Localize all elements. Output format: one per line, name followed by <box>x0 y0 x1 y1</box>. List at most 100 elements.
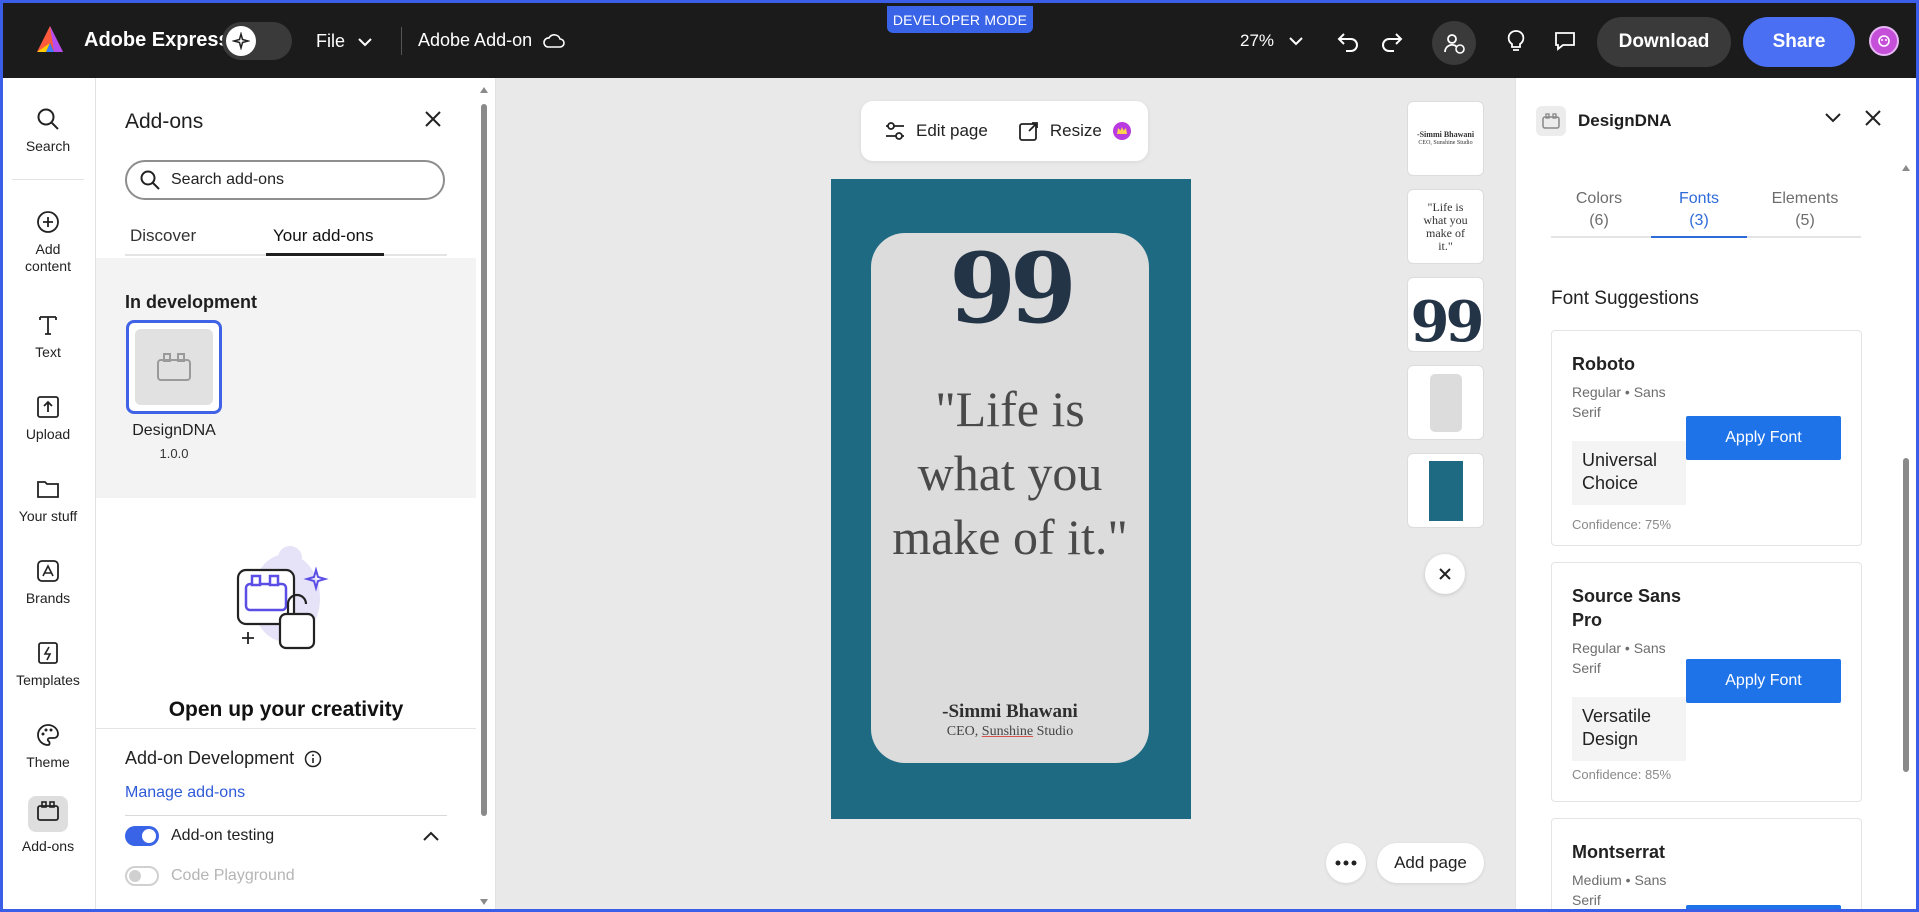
divider <box>96 728 476 729</box>
tab-your-add-ons[interactable]: Your add-ons <box>273 226 374 246</box>
rail-label: Your stuff <box>18 508 78 524</box>
toggle-label: Add-on testing <box>171 827 275 844</box>
scrollbar-thumb[interactable] <box>481 104 487 816</box>
more-options-button[interactable] <box>1326 843 1366 883</box>
quote-card[interactable]: 99 "Life is what you make of it." -Simmi… <box>871 233 1149 763</box>
document-name[interactable]: Adobe Add-on <box>418 30 566 51</box>
developer-mode-badge: DEVELOPER MODE <box>887 6 1033 33</box>
collaborate-button[interactable] <box>1432 21 1476 65</box>
close-icon[interactable] <box>1863 108 1883 128</box>
thumb-author-role: CEO, Sunshine Studio <box>1418 139 1473 146</box>
file-menu[interactable]: File <box>316 31 373 52</box>
quote-author[interactable]: -Simmi Bhawani <box>871 701 1149 723</box>
panel-scrollbar[interactable] <box>478 86 490 906</box>
panel-scrollbar[interactable] <box>1899 164 1913 906</box>
search-icon <box>140 170 160 190</box>
premium-crown-icon <box>1112 122 1131 140</box>
close-icon <box>1439 568 1451 580</box>
redo-button[interactable] <box>1376 25 1408 57</box>
download-button[interactable]: Download <box>1597 17 1731 67</box>
adobe-express-logo-icon[interactable] <box>34 24 66 56</box>
add-ons-tabs: Discover Your add-ons <box>125 226 447 256</box>
tab-discover[interactable]: Discover <box>130 226 196 246</box>
info-icon[interactable] <box>304 750 322 768</box>
add-page-button[interactable]: Add page <box>1377 843 1484 883</box>
tab-colors[interactable]: Colors (6) <box>1551 188 1647 232</box>
scroll-up-arrow-icon[interactable] <box>479 86 489 94</box>
layer-thumbnail-quote[interactable]: "Life is what you make of it." <box>1407 189 1484 264</box>
rail-item-add-ons[interactable]: Add-ons <box>0 796 96 855</box>
apply-font-button[interactable]: Apply Font <box>1686 659 1841 703</box>
share-button[interactable]: Share <box>1743 17 1855 67</box>
active-tab-indicator <box>1651 236 1747 238</box>
apply-font-button[interactable]: Apply Font <box>1686 416 1841 460</box>
rail-label: Templates <box>16 672 80 688</box>
add-on-testing-row[interactable]: Add-on testing <box>125 826 274 846</box>
rail-item-brands[interactable]: Brands <box>0 558 96 607</box>
tab-count: (3) <box>1689 212 1709 229</box>
addon-icon <box>1536 106 1566 136</box>
scroll-up-arrow-icon[interactable] <box>1901 164 1911 172</box>
rail-item-add-content[interactable]: Add content <box>0 209 96 275</box>
rail-item-text[interactable]: Text <box>0 312 96 361</box>
zoom-control[interactable]: 27% <box>1240 31 1304 51</box>
edit-page-label: Edit page <box>916 121 988 140</box>
thumb-quote-mark: 99 <box>1410 288 1483 352</box>
magic-toggle[interactable] <box>222 22 292 60</box>
rail-item-your-stuff[interactable]: Your stuff <box>0 476 96 525</box>
thumb-card-shape <box>1429 373 1462 432</box>
file-label: File <box>316 31 346 51</box>
edit-page-button[interactable]: Edit page <box>884 121 988 141</box>
undo-icon <box>1337 33 1358 52</box>
more-icon <box>1335 860 1357 866</box>
thumb-quote-text: "Life is what you make of it." <box>1423 199 1468 253</box>
tab-fonts[interactable]: Fonts (3) <box>1651 188 1747 232</box>
font-preview: Universal Choice <box>1572 441 1686 505</box>
close-icon[interactable] <box>422 108 444 130</box>
chevron-up-icon[interactable] <box>422 830 440 842</box>
add-on-testing-toggle[interactable] <box>125 826 159 846</box>
font-meta: Medium • Sans Serif <box>1572 872 1667 908</box>
rail-item-search[interactable]: Search <box>0 106 96 155</box>
undo-button[interactable] <box>1332 25 1364 57</box>
quote-author-role[interactable]: CEO, Sunshine Studio <box>871 724 1149 740</box>
layer-thumbnail-card[interactable] <box>1407 365 1484 440</box>
tab-label: Colors <box>1575 190 1623 207</box>
chevron-down-icon[interactable] <box>1823 110 1843 124</box>
design-page[interactable]: 99 "Life is what you make of it." -Simmi… <box>831 179 1191 819</box>
tab-count: (5) <box>1795 212 1815 229</box>
layer-thumbnail-author[interactable]: -Simmi Bhawani CEO, Sunshine Studio <box>1407 101 1484 176</box>
resize-button[interactable]: Resize <box>1018 120 1132 142</box>
code-playground-toggle <box>125 866 159 886</box>
plus-circle-icon <box>37 211 59 233</box>
addons-icon <box>37 801 59 821</box>
scroll-down-arrow-icon[interactable] <box>479 898 489 906</box>
rail-item-upload[interactable]: Upload <box>0 394 96 443</box>
active-highlight <box>28 796 68 832</box>
layer-thumbnail-quote-mark[interactable]: 99 <box>1407 277 1484 352</box>
close-layers-button[interactable] <box>1425 554 1465 594</box>
scrollbar-thumb[interactable] <box>1903 458 1909 772</box>
tips-button[interactable] <box>1500 25 1532 57</box>
apply-font-button[interactable] <box>1686 905 1841 912</box>
font-card-montserrat: Montserrat Medium • Sans Serif <box>1551 818 1862 912</box>
font-name: Roboto <box>1572 354 1635 374</box>
addon-card-designdna[interactable] <box>126 320 222 414</box>
quote-text[interactable]: "Life is what you make of it." <box>885 377 1135 569</box>
layer-thumbnail-background[interactable] <box>1407 453 1484 528</box>
rail-item-templates[interactable]: Templates <box>0 640 96 689</box>
resize-label: Resize <box>1049 121 1102 140</box>
font-meta: Regular • Sans Serif <box>1572 640 1666 676</box>
manage-add-ons-link[interactable]: Manage add-ons <box>125 784 245 802</box>
rail-item-theme[interactable]: Theme <box>0 722 96 771</box>
user-avatar-icon <box>1878 35 1890 47</box>
font-card-roboto: Roboto Regular • Sans Serif Universal Ch… <box>1551 330 1862 546</box>
tab-count: (6) <box>1589 212 1609 229</box>
comments-button[interactable] <box>1549 25 1581 57</box>
tab-elements[interactable]: Elements (5) <box>1757 188 1853 232</box>
search-add-ons-input[interactable]: Search add-ons <box>125 160 445 200</box>
chevron-down-icon <box>1289 37 1303 46</box>
quote-mark-glyph[interactable]: 99 <box>871 241 1149 337</box>
code-playground-row: Code Playground <box>125 866 295 886</box>
avatar[interactable] <box>1869 26 1899 56</box>
